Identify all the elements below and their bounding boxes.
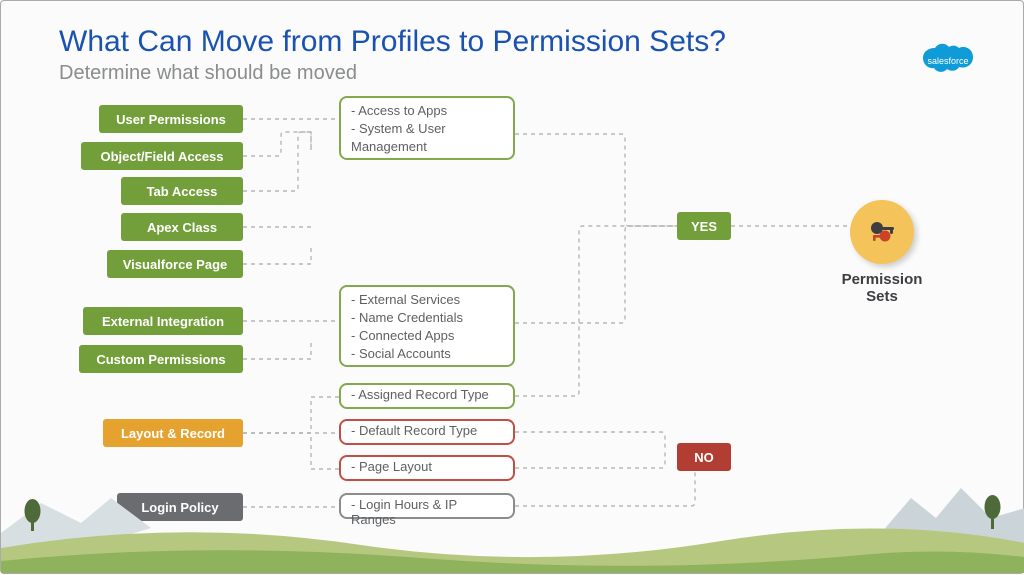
salesforce-logo: salesforce	[913, 37, 983, 85]
pill-login-policy: Login Policy	[117, 493, 243, 521]
detail-external-integration: - External Services - Name Credentials -…	[339, 285, 515, 367]
pill-visualforce-page: Visualforce Page	[107, 250, 243, 278]
detail-default-record-type: - Default Record Type	[339, 419, 515, 445]
detail-user-permissions: - Access to Apps - System & User Managem…	[339, 96, 515, 160]
pill-custom-permissions: Custom Permissions	[79, 345, 243, 373]
badge-yes: YES	[677, 212, 731, 240]
svg-text:salesforce: salesforce	[927, 56, 968, 66]
slide-subtitle: Determine what should be moved	[59, 62, 357, 85]
permission-sets-label: Permission Sets	[831, 271, 933, 306]
pill-layout-record: Layout & Record	[103, 419, 243, 447]
pill-user-permissions: User Permissions	[99, 105, 243, 133]
pill-external-integration: External Integration	[83, 307, 243, 335]
permission-sets-icon	[850, 200, 914, 264]
detail-login-policy: - Login Hours & IP Ranges	[339, 493, 515, 519]
pill-tab-access: Tab Access	[121, 177, 243, 205]
detail-page-layout: - Page Layout	[339, 455, 515, 481]
slide-title: What Can Move from Profiles to Permissio…	[59, 25, 726, 59]
detail-assigned-record-type: - Assigned Record Type	[339, 383, 515, 409]
pill-object-field-access: Object/Field Access	[81, 142, 243, 170]
pill-apex-class: Apex Class	[121, 213, 243, 241]
badge-no: NO	[677, 443, 731, 471]
